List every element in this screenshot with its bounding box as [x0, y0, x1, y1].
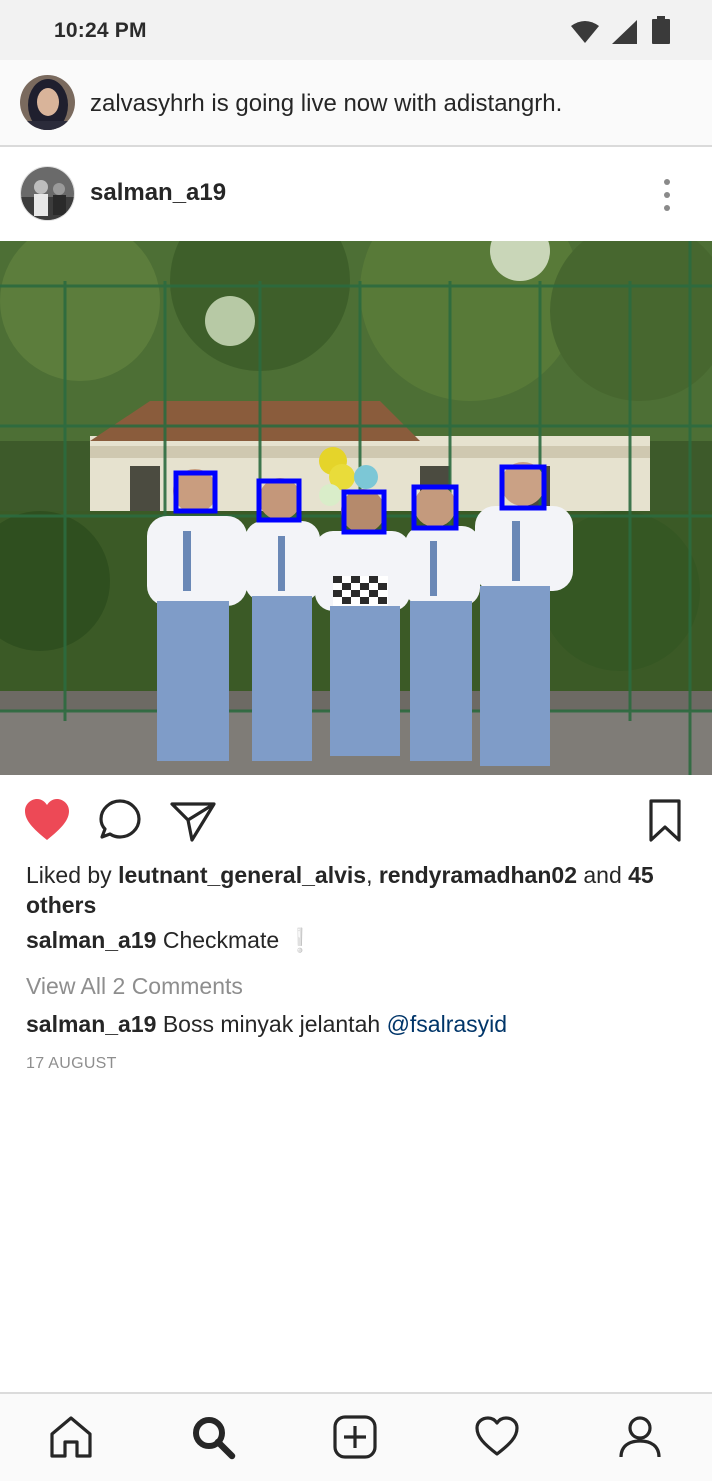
share-button[interactable] — [168, 796, 218, 846]
nav-activity-button[interactable] — [474, 1414, 520, 1460]
comment-text: Boss minyak jelantah — [162, 1011, 381, 1037]
post-photo[interactable] — [0, 241, 712, 775]
bookmark-icon — [649, 799, 681, 842]
save-button[interactable] — [640, 796, 690, 846]
nav-new-post-button[interactable] — [332, 1414, 378, 1460]
comment-item: salman_a19 Boss minyak jelantah @fsalras… — [26, 1011, 507, 1038]
signal-icon — [612, 20, 638, 49]
activity-heart-icon — [475, 1416, 519, 1456]
likes-and: and — [583, 862, 622, 888]
live-user-avatar[interactable] — [20, 75, 75, 130]
home-icon — [50, 1416, 92, 1458]
wifi-icon — [570, 20, 600, 49]
post-date: 17 AUGUST — [26, 1055, 117, 1072]
comment-mention[interactable]: @fsalrasyid — [387, 1011, 508, 1037]
profile-icon — [619, 1416, 661, 1458]
caption-emoji: ❕ — [285, 927, 315, 953]
comment-username[interactable]: salman_a19 — [26, 1011, 156, 1037]
post-caption: salman_a19 Checkmate ❕ — [26, 927, 314, 954]
post-action-bar — [0, 790, 712, 850]
liker-username-2[interactable]: rendyramadhan02 — [379, 862, 577, 888]
caption-username[interactable]: salman_a19 — [26, 927, 156, 953]
caption-text: Checkmate — [162, 927, 280, 953]
nav-search-button[interactable] — [190, 1414, 236, 1460]
likes-prefix: Liked by — [26, 862, 112, 888]
likes-summary[interactable]: Liked by leutnant_general_alvis, rendyra… — [26, 860, 696, 920]
post-author-avatar[interactable] — [20, 166, 75, 221]
like-button[interactable] — [22, 796, 72, 846]
paper-plane-icon — [170, 802, 216, 842]
live-notification-banner[interactable]: zalvasyhrh is going live now with adista… — [0, 60, 712, 147]
nav-home-button[interactable] — [48, 1414, 94, 1460]
post-author-username[interactable]: salman_a19 — [90, 179, 226, 207]
live-banner-text: zalvasyhrh is going live now with adista… — [90, 90, 563, 117]
search-icon — [193, 1417, 236, 1460]
status-icons — [570, 16, 672, 49]
add-post-icon — [333, 1415, 377, 1459]
nav-profile-button[interactable] — [617, 1414, 663, 1460]
more-options-button[interactable] — [652, 175, 682, 215]
likes-separator: , — [366, 862, 373, 888]
liker-username-1[interactable]: leutnant_general_alvis — [118, 862, 366, 888]
bottom-navigation — [0, 1392, 712, 1481]
view-all-comments-link[interactable]: View All 2 Comments — [26, 973, 243, 1000]
battery-icon — [650, 16, 672, 49]
more-vertical-icon — [664, 179, 670, 211]
comment-bubble-icon — [99, 799, 141, 839]
status-time: 10:24 PM — [54, 19, 147, 42]
post-header: salman_a19 — [0, 149, 712, 240]
status-bar: 10:24 PM — [0, 0, 712, 60]
heart-filled-icon — [25, 799, 69, 840]
comment-button[interactable] — [96, 796, 146, 846]
